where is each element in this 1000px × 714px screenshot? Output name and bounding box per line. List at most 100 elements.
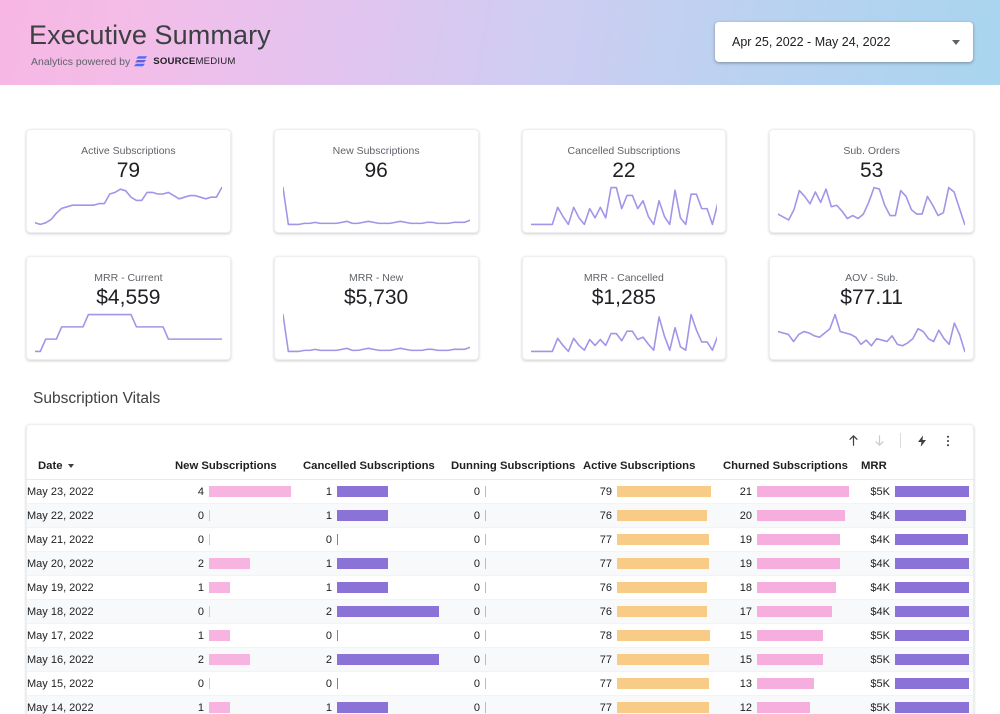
cell-churned-subscriptions: 20 — [723, 503, 861, 528]
metric-bar-fill — [757, 606, 832, 617]
column-header-date[interactable]: Date — [27, 456, 175, 480]
metric-bar-track — [209, 606, 291, 617]
sparkline-chart — [35, 313, 222, 353]
powered-by-text: Analytics powered by — [31, 55, 131, 68]
metric-bar-track — [895, 510, 969, 521]
metric-bar-fill — [617, 654, 709, 665]
metric-bar-track — [485, 630, 571, 641]
cell-dunning-subscriptions: 0 — [451, 503, 583, 528]
metric-bar-fill — [209, 558, 250, 569]
powered-by-line: Analytics powered by SOURCEMEDIUM — [31, 55, 236, 68]
metric-value: 0 — [473, 485, 480, 498]
metric-cell: $5K — [861, 678, 973, 690]
metric-value: 1 — [325, 701, 332, 714]
metric-value: 0 — [197, 677, 204, 690]
metric-bar-fill — [485, 606, 486, 617]
metric-cell: $4K — [861, 510, 973, 522]
table-row[interactable]: May 17, 2022 1 0 0 78 15 $5K — [27, 623, 973, 648]
sourcemedium-logo: SOURCEMEDIUM — [134, 55, 235, 68]
subscription-vitals-table-card: Date New Subscriptions Cancelled Subscri… — [26, 424, 974, 714]
metric-value: 15 — [739, 653, 752, 666]
table-row[interactable]: May 16, 2022 2 2 0 77 15 $5K — [27, 647, 973, 672]
table-section-title: Subscription Vitals — [33, 390, 161, 407]
metric-value: 0 — [197, 533, 204, 546]
scorecard-label: New Subscriptions — [332, 145, 420, 157]
table-row[interactable]: May 22, 2022 0 1 0 76 20 $4K — [27, 503, 973, 528]
cell-cancelled-subscriptions: 1 — [303, 695, 451, 714]
cell-dunning-subscriptions: 0 — [451, 527, 583, 552]
cell-dunning-subscriptions: 0 — [451, 479, 583, 504]
sort-asc-icon[interactable] — [840, 428, 866, 454]
metric-cell: $4K — [861, 534, 973, 546]
cell-cancelled-subscriptions: 0 — [303, 671, 451, 696]
table-row[interactable]: May 18, 2022 0 2 0 76 17 $4K — [27, 599, 973, 624]
metric-cell: 13 — [723, 678, 861, 690]
scorecard-label: Active Subscriptions — [81, 145, 176, 157]
scorecard-sub-orders[interactable]: Sub. Orders 53 — [769, 129, 974, 233]
metric-value: $4K — [870, 581, 890, 594]
table-row[interactable]: May 19, 2022 1 1 0 76 18 $4K — [27, 575, 973, 600]
metric-bar-fill — [337, 510, 388, 521]
cell-churned-subscriptions: 15 — [723, 623, 861, 648]
metric-bar-fill — [617, 630, 710, 641]
table-row[interactable]: May 14, 2022 1 1 0 77 12 $5K — [27, 695, 973, 714]
metric-bar-track — [337, 510, 439, 521]
table-row[interactable]: May 20, 2022 2 1 0 77 19 $4K — [27, 551, 973, 576]
cell-new-subscriptions: 2 — [175, 551, 303, 576]
table-row[interactable]: May 15, 2022 0 0 0 77 13 $5K — [27, 671, 973, 696]
scorecard-label: Sub. Orders — [843, 145, 900, 157]
table-row[interactable]: May 23, 2022 4 1 0 79 21 $5K — [27, 479, 973, 504]
metric-bar-track — [337, 606, 439, 617]
table-row[interactable]: May 21, 2022 0 0 0 77 19 $4K — [27, 527, 973, 552]
metric-bar-track — [209, 654, 291, 665]
scorecard-active-subscriptions[interactable]: Active Subscriptions 79 — [26, 129, 231, 233]
cell-dunning-subscriptions: 0 — [451, 551, 583, 576]
scorecard-cancelled-subscriptions[interactable]: Cancelled Subscriptions 22 — [521, 129, 727, 233]
table-body: May 23, 2022 4 1 0 79 21 $5K May 22, 2022 0 1 0 76 2… — [27, 479, 973, 714]
date-range-picker[interactable]: Apr 25, 2022 - May 24, 2022 — [715, 22, 973, 62]
sparkline-chart — [531, 313, 718, 353]
column-header-new-subscriptions[interactable]: New Subscriptions — [175, 456, 303, 480]
column-header-dunning-subscriptions[interactable]: Dunning Subscriptions — [451, 456, 583, 480]
scorecard-mrr-cancelled[interactable]: MRR - Cancelled $1,285 — [521, 256, 727, 360]
metric-bar-track — [895, 582, 969, 593]
metric-bar-track — [337, 534, 439, 545]
metric-cell: 0 — [303, 678, 451, 690]
scorecard-mrr-new[interactable]: MRR - New $5,730 — [273, 256, 479, 360]
cell-dunning-subscriptions: 0 — [451, 623, 583, 648]
metric-bar-track — [617, 606, 711, 617]
cell-date: May 21, 2022 — [27, 527, 175, 552]
metric-value: 0 — [473, 605, 480, 618]
metric-bar-fill — [209, 606, 210, 617]
scorecard-new-subscriptions[interactable]: New Subscriptions 96 — [273, 129, 479, 233]
metric-cell: $5K — [861, 702, 973, 714]
sort-desc-icon[interactable] — [866, 428, 892, 454]
sparkline-chart — [778, 186, 965, 226]
metric-bar-track — [337, 702, 439, 713]
more-vert-icon[interactable] — [935, 428, 961, 454]
column-header-mrr[interactable]: MRR — [861, 456, 973, 480]
sparkline-chart — [283, 186, 470, 226]
cell-new-subscriptions: 1 — [175, 623, 303, 648]
cell-churned-subscriptions: 13 — [723, 671, 861, 696]
cell-churned-subscriptions: 15 — [723, 647, 861, 672]
metric-bar-track — [757, 486, 849, 497]
metric-bar-fill — [757, 486, 849, 497]
metric-bar-track — [617, 678, 711, 689]
explore-bolt-icon[interactable] — [909, 428, 935, 454]
metric-value: 1 — [325, 557, 332, 570]
metric-cell: 0 — [175, 510, 303, 522]
column-header-active-subscriptions[interactable]: Active Subscriptions — [583, 456, 723, 480]
scorecard-aov-sub[interactable]: AOV - Sub. $77.11 — [769, 256, 974, 360]
metric-value: 77 — [599, 557, 612, 570]
column-header-churned-subscriptions[interactable]: Churned Subscriptions — [723, 456, 861, 480]
metric-bar-fill — [757, 702, 810, 713]
metric-value: 2 — [325, 605, 332, 618]
metric-cell: 77 — [583, 678, 723, 690]
metric-cell: 79 — [583, 486, 723, 498]
metric-cell: 76 — [583, 606, 723, 618]
column-header-cancelled-subscriptions[interactable]: Cancelled Subscriptions — [303, 456, 451, 480]
metric-value: 21 — [739, 485, 752, 498]
metric-cell: 2 — [175, 654, 303, 666]
scorecard-mrr-current[interactable]: MRR - Current $4,559 — [26, 256, 231, 360]
